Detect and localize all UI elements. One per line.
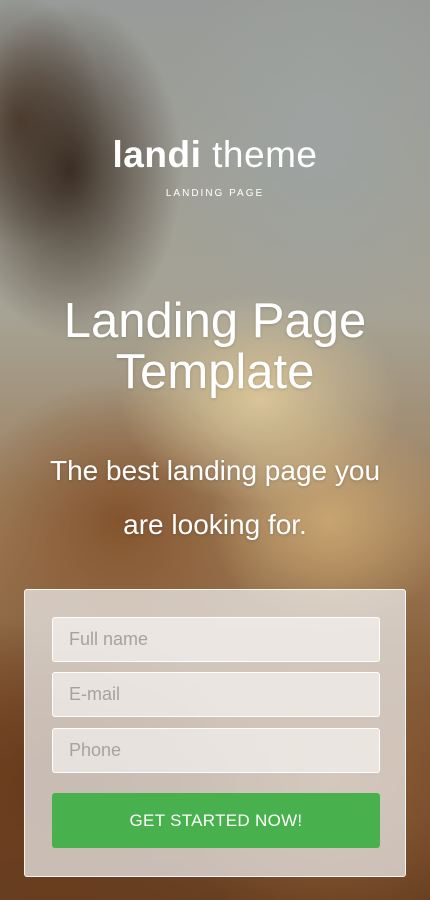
phone-input[interactable]: [52, 728, 380, 773]
brand-logo[interactable]: landi theme: [0, 134, 430, 176]
hero-subheadline-line1: The best landing page you: [49, 455, 381, 486]
email-input[interactable]: [52, 672, 380, 717]
landing-content: landi theme LANDING PAGE Landing Page Te…: [0, 0, 430, 900]
brand-name-bold: landi: [112, 134, 202, 175]
hero-headline-line2: Template: [115, 345, 315, 399]
hero-headline: Landing Page Template: [0, 296, 430, 398]
hero-subheadline: The best landing page you are looking fo…: [25, 444, 405, 552]
full-name-input[interactable]: [52, 617, 380, 662]
brand-name-light: theme: [212, 134, 318, 175]
hero-subheadline-line2: are looking for.: [123, 509, 307, 540]
hero-headline-line1: Landing Page: [63, 294, 367, 348]
brand-tagline: LANDING PAGE: [165, 188, 265, 199]
signup-form: GET STARTED NOW!: [24, 589, 406, 877]
get-started-button[interactable]: GET STARTED NOW!: [52, 793, 380, 848]
